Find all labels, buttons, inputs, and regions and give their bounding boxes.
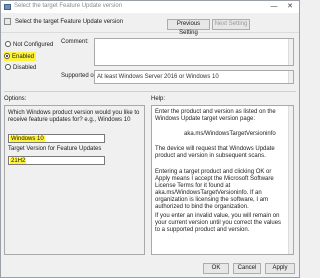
comment-scrollbar[interactable] xyxy=(288,39,293,65)
next-setting-button[interactable]: Next Setting xyxy=(212,19,250,30)
comment-label: Comment: xyxy=(61,39,89,45)
policy-app-icon xyxy=(4,4,11,10)
target-version-value: 21H2 xyxy=(10,158,27,164)
title-bar: Select the target Feature Update version… xyxy=(1,1,299,13)
comment-field[interactable] xyxy=(94,38,294,66)
apply-button[interactable]: Apply xyxy=(265,263,295,274)
help-paragraph: Enter the product and version as listed … xyxy=(155,109,276,122)
help-panel: Enter the product and version as listed … xyxy=(151,105,294,255)
window-title: Select the target Feature Update version xyxy=(14,3,123,9)
help-paragraph: Entering a target product and clicking O… xyxy=(155,169,274,210)
ok-button[interactable]: OK xyxy=(203,263,229,274)
radio-icon xyxy=(5,64,11,70)
header-bar: Select the target Feature Update version xyxy=(1,13,299,33)
radio-not-configured[interactable]: Not Configured xyxy=(5,41,53,48)
divider xyxy=(4,91,296,92)
minimize-icon[interactable]: — xyxy=(267,1,281,13)
help-paragraph: The device will request that Windows Upd… xyxy=(155,146,275,159)
radio-icon xyxy=(5,41,11,47)
radio-disabled[interactable]: Disabled xyxy=(5,64,36,71)
target-version-label: Target Version for Feature Updates xyxy=(8,146,102,152)
close-icon[interactable]: ✕ xyxy=(283,1,297,13)
product-question: Which Windows product version would you … xyxy=(8,110,140,123)
cancel-button[interactable]: Cancel xyxy=(233,263,261,274)
help-scrollbar[interactable] xyxy=(288,106,293,254)
help-link-text: aka.ms/WindowsTargetVersioninfo xyxy=(184,131,276,137)
policy-setting-icon xyxy=(4,18,11,25)
supported-on-field: At least Windows Server 2016 or Windows … xyxy=(94,70,294,84)
previous-setting-button[interactable]: Previous Setting xyxy=(167,19,210,36)
radio-label: Disabled xyxy=(13,65,37,71)
supported-on-value: At least Windows Server 2016 or Windows … xyxy=(97,74,219,80)
help-paragraph: If you enter an invalid value, you will … xyxy=(155,213,282,233)
options-panel: Which Windows product version would you … xyxy=(4,105,145,255)
radio-selected-icon xyxy=(4,53,10,59)
radio-enabled[interactable]: Enabled xyxy=(4,52,37,61)
target-version-input[interactable]: 21H2 xyxy=(8,156,105,165)
supported-scrollbar[interactable] xyxy=(288,71,293,83)
product-version-value: Windows 10 xyxy=(10,136,45,142)
options-heading: Options: xyxy=(4,96,27,102)
policy-dialog: Select the target Feature Update version… xyxy=(0,0,300,278)
help-heading: Help: xyxy=(151,96,166,102)
product-version-input[interactable]: Windows 10 xyxy=(8,134,105,143)
radio-label: Enabled xyxy=(12,54,35,60)
policy-title: Select the target Feature Update version xyxy=(15,19,124,25)
radio-label: Not Configured xyxy=(13,42,54,48)
